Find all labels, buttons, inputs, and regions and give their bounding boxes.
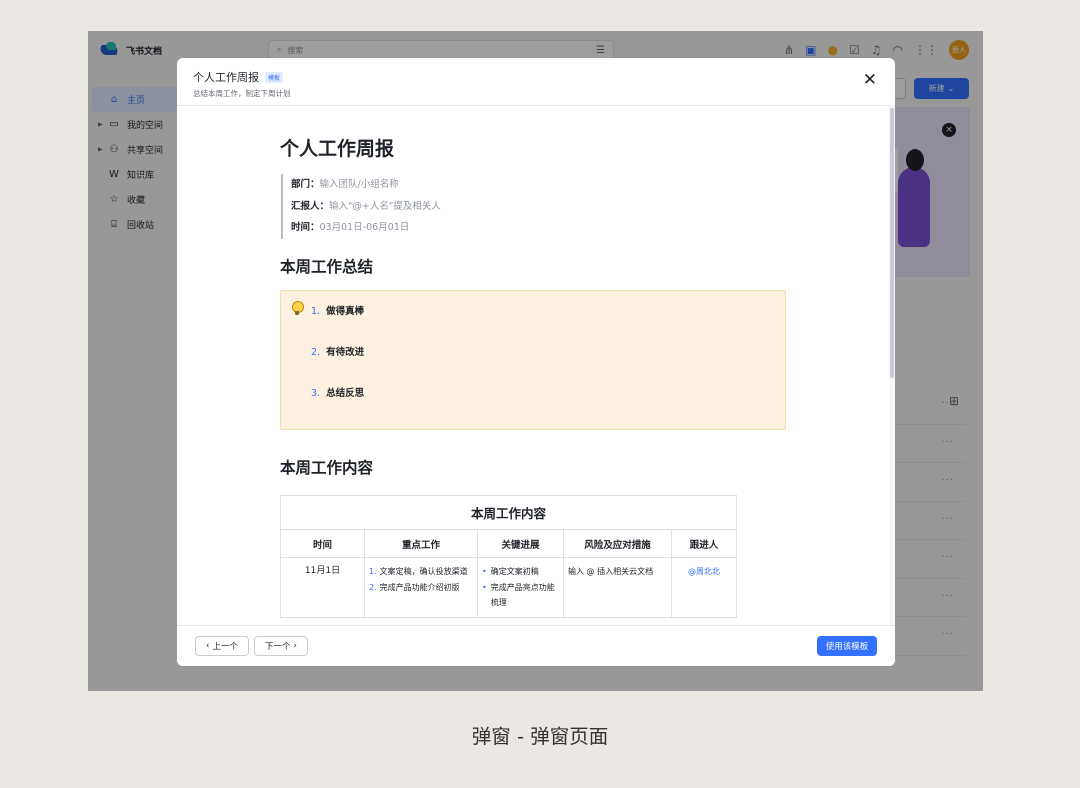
mention-link[interactable]: @周北北 xyxy=(688,567,720,576)
cell-risk: 输入 @ 插入相关云文档 xyxy=(563,557,672,618)
more-icon[interactable]: ··· xyxy=(941,437,954,448)
app-brand[interactable]: 飞书文档 xyxy=(100,42,162,58)
filter-icon[interactable]: ☰ xyxy=(596,45,605,56)
template-preview-modal: 个人工作周报 模板 总结本周工作，制定下周计划 ✕ 个人工作周报 部门：输入团队… xyxy=(177,58,895,666)
wiki-icon: W xyxy=(109,169,119,180)
chevron-left-icon: ‹ xyxy=(206,641,210,651)
doc-title: 个人工作周报 xyxy=(280,138,395,160)
next-button[interactable]: 下一个 › xyxy=(254,636,308,656)
bell-icon[interactable]: ♫ xyxy=(871,43,882,57)
close-icon[interactable]: ✕ xyxy=(863,72,877,89)
table-header: 时间 xyxy=(280,529,365,558)
summary-item: 2. 有待改进 xyxy=(311,347,365,358)
modal-body[interactable]: 个人工作周报 部门：输入团队/小组名称 汇报人：输入"@+人名"提及相关人 时间… xyxy=(177,106,895,625)
summary-callout: 1. 做得真棒 2. 有待改进 3. 总结反思 xyxy=(280,290,786,430)
prev-button[interactable]: ‹ 上一个 xyxy=(195,636,249,656)
avatar[interactable]: 鹿人 xyxy=(949,40,969,60)
new-button-label: 新建 xyxy=(928,84,945,93)
sidebar-item-label: 知识库 xyxy=(127,171,155,181)
meta-department: 部门：输入团队/小组名称 xyxy=(291,179,399,190)
chevron-right-icon: › xyxy=(293,641,297,651)
caret-right-icon[interactable]: ▶ xyxy=(98,146,103,153)
video-icon[interactable]: ▣ xyxy=(805,43,816,57)
modal-title: 个人工作周报 xyxy=(193,71,259,84)
cell-owner: @周北北 xyxy=(671,557,737,618)
cell-focus: 1. 文案定稿，确认投放渠道 2. 完成产品功能介绍初版 xyxy=(364,557,478,618)
sidebar-item-label: 我的空间 xyxy=(127,121,164,131)
illustration-person xyxy=(898,149,930,247)
more-icon[interactable]: ··· xyxy=(941,591,954,602)
caret-right-icon[interactable]: ▶ xyxy=(98,121,103,128)
table-header: 关键进展 xyxy=(477,529,564,558)
summary-item: 3. 总结反思 xyxy=(311,388,365,399)
table-row: 11月1日 1. 文案定稿，确认投放渠道 2. 完成产品功能介绍初版 • 确定文案初稿… xyxy=(280,557,737,618)
scrollbar-thumb[interactable] xyxy=(890,108,894,378)
scrollbar[interactable] xyxy=(889,106,895,625)
summary-item: 1. 做得真棒 xyxy=(311,306,365,317)
table-header: 跟进人 xyxy=(671,529,737,558)
next-label: 下一个 xyxy=(265,642,291,652)
cell-date: 11月1日 xyxy=(280,557,365,618)
doc-meta-quote: 部门：输入团队/小组名称 汇报人：输入"@+人名"提及相关人 时间：03月01日… xyxy=(281,174,441,239)
new-button[interactable]: 新建 ⌄ xyxy=(914,78,969,99)
more-icon[interactable]: ··· xyxy=(941,514,954,525)
use-template-button[interactable]: 使用该模板 xyxy=(817,636,877,656)
more-icon[interactable]: ··· xyxy=(941,475,954,486)
modal-footer: ‹ 上一个 下一个 › 使用该模板 xyxy=(177,625,895,666)
banner-close-icon[interactable]: × xyxy=(942,123,956,137)
table-caption: 本周工作内容 xyxy=(280,495,737,530)
table-header: 风险及应对措施 xyxy=(563,529,672,558)
section-heading-summary: 本周工作总结 xyxy=(280,258,374,276)
headset-icon[interactable]: ◠ xyxy=(893,43,903,57)
topbar-icons: ⋔ ▣ ● ☑ ♫ ◠ ⋮⋮ 鹿人 xyxy=(784,40,969,60)
lightbulb-icon xyxy=(292,301,304,317)
home-icon: ⌂ xyxy=(110,94,118,105)
table-header: 重点工作 xyxy=(364,529,478,558)
search-icon: ⌕ xyxy=(277,45,282,54)
more-icon[interactable]: ··· xyxy=(941,398,954,409)
search-input[interactable]: ⌕ 搜索 ☰ xyxy=(268,40,614,60)
todo-check-icon[interactable]: ☑ xyxy=(849,43,860,57)
chevron-down-icon: ⌄ xyxy=(947,84,955,93)
apps-grid-icon[interactable]: ⋮⋮ xyxy=(914,43,938,57)
template-tag: 模板 xyxy=(265,71,284,83)
cell-progress: • 确定文案初稿 • 完成产品亮点功能梳理 xyxy=(477,557,564,618)
org-chart-icon[interactable]: ⋔ xyxy=(784,43,794,57)
sidebar-item-label: 共享空间 xyxy=(127,146,164,156)
modal-subtitle: 总结本周工作，制定下周计划 xyxy=(193,89,291,98)
trash-icon: ⌸ xyxy=(111,219,117,230)
feishu-logo-icon xyxy=(100,42,118,58)
weekly-work-table: 本周工作内容 时间 重点工作 关键进展 风险及应对措施 跟进人 11月1日 1.… xyxy=(280,495,737,618)
page-caption: 弹窗 - 弹窗页面 xyxy=(471,725,609,748)
meta-time: 时间：03月01日-06月01日 xyxy=(291,222,410,233)
meta-reporter: 汇报人：输入"@+人名"提及相关人 xyxy=(291,200,441,212)
section-heading-content: 本周工作内容 xyxy=(280,459,374,477)
modal-header: 个人工作周报 模板 总结本周工作，制定下周计划 ✕ xyxy=(177,58,895,106)
prev-label: 上一个 xyxy=(212,642,238,652)
sidebar-item-label: 收藏 xyxy=(127,196,146,206)
more-icon[interactable]: ··· xyxy=(941,552,954,563)
star-icon: ☆ xyxy=(109,194,119,205)
more-icon[interactable]: ··· xyxy=(941,629,954,640)
brand-label: 飞书文档 xyxy=(126,46,163,57)
sidebar-item-label: 主页 xyxy=(127,96,146,106)
search-placeholder: 搜索 xyxy=(287,45,304,55)
sidebar-item-label: 回收站 xyxy=(127,221,155,231)
people-icon: ⚇ xyxy=(109,144,119,155)
lightbulb-icon[interactable]: ● xyxy=(828,43,838,57)
table-header-row: 时间 重点工作 关键进展 风险及应对措施 跟进人 xyxy=(280,529,737,558)
folder-icon: ▭ xyxy=(109,119,119,130)
